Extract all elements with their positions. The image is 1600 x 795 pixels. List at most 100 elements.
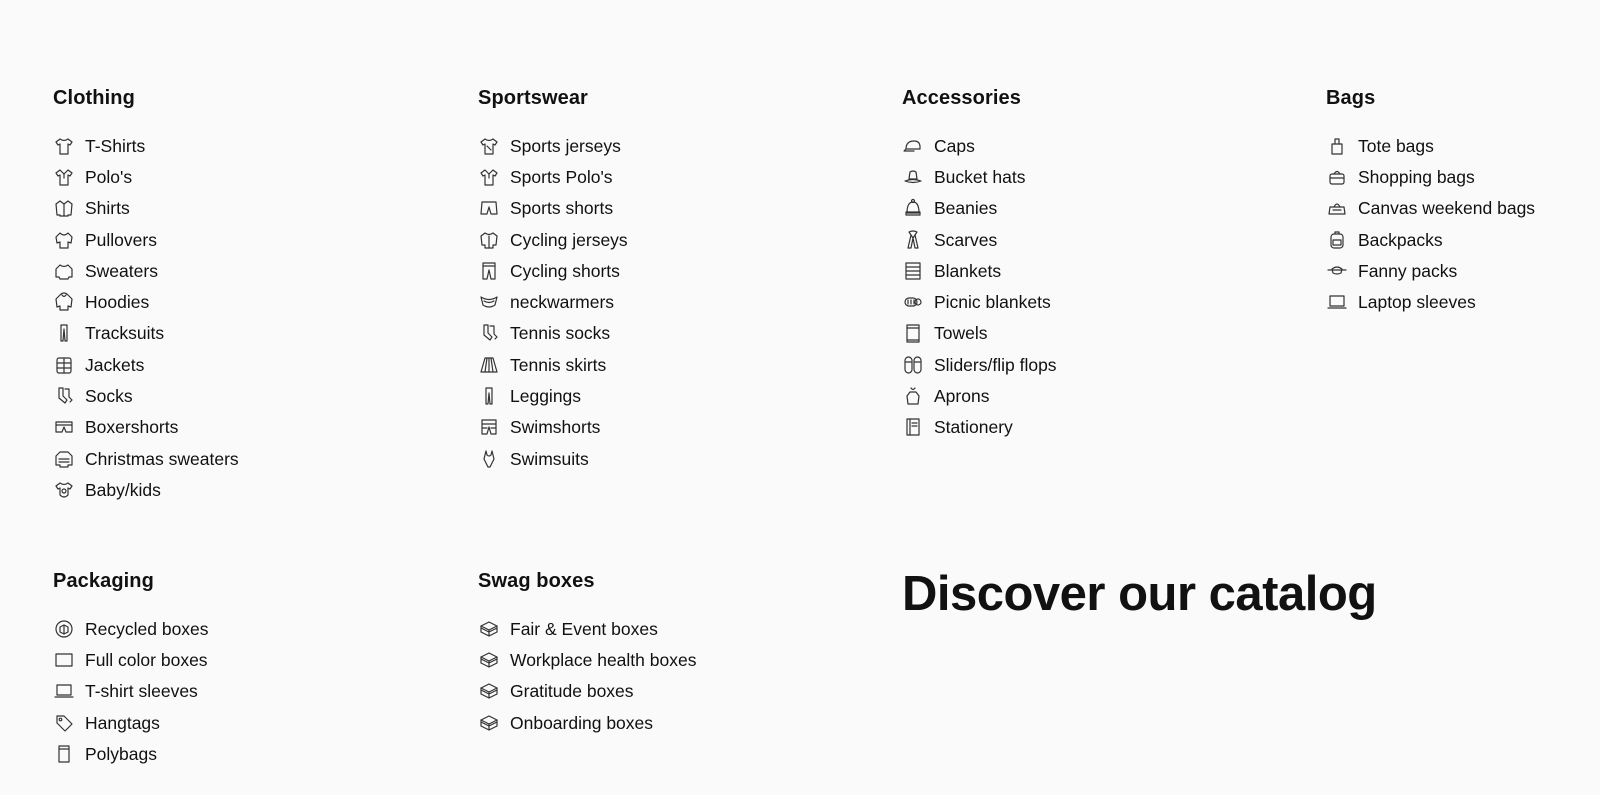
cap-icon [902,136,924,156]
menu-item-christmas-sweaters[interactable]: Christmas sweaters [53,443,453,474]
menu-item-jackets[interactable]: Jackets [53,349,453,380]
menu-item-label: Bucket hats [934,166,1026,187]
menu-item-shopping-bags[interactable]: Shopping bags [1326,161,1596,192]
column-accessories: Accessories Caps Bucket hats Beanies Scarve… [902,86,1302,443]
menu-item-label: Shopping bags [1358,166,1475,187]
menu-item-swimshorts[interactable]: Swimshorts [478,412,878,443]
menu-item-label: Recycled boxes [85,618,209,639]
menu-item-label: Scarves [934,229,998,250]
shirt-icon [53,198,75,218]
menu-item-gratitude-boxes[interactable]: Gratitude boxes [478,676,878,707]
open-box-icon [478,650,500,670]
menu-item-t-shirts[interactable]: T-Shirts [53,130,453,161]
menu-item-socks[interactable]: Socks [53,380,453,411]
menu-item-beanies[interactable]: Beanies [902,193,1302,224]
menu-item-baby-kids[interactable]: Baby/kids [53,474,453,505]
menu-item-towels[interactable]: Towels [902,318,1302,349]
menu-item-swimsuits[interactable]: Swimsuits [478,443,878,474]
menu-item-label: Full color boxes [85,649,208,670]
box-rect-icon [53,650,75,670]
menu-item-scarves[interactable]: Scarves [902,224,1302,255]
menu-item-blankets[interactable]: Blankets [902,255,1302,286]
column-bags: Bags Tote bags Shopping bags Canvas weeken… [1326,86,1596,318]
menu-item-sliders-flip-flops[interactable]: Sliders/flip flops [902,349,1302,380]
neckwarmer-icon [478,292,500,312]
swimshorts-icon [478,417,500,437]
menu-item-label: Shirts [85,198,130,219]
menu-item-label: Onboarding boxes [510,712,654,733]
menu-item-label: Socks [85,386,133,407]
menu-item-label: Canvas weekend bags [1358,198,1536,219]
menu-item-fair-event-boxes[interactable]: Fair & Event boxes [478,613,878,644]
menu-item-backpacks[interactable]: Backpacks [1326,224,1596,255]
menu-item-tennis-skirts[interactable]: Tennis skirts [478,349,878,380]
menu-item-neckwarmers[interactable]: neckwarmers [478,286,878,317]
menu-item-canvas-weekend-bags[interactable]: Canvas weekend bags [1326,193,1596,224]
recycle-box-icon [53,619,75,639]
menu-item-sweaters[interactable]: Sweaters [53,255,453,286]
menu-item-label: Hoodies [85,292,150,313]
menu-item-boxershorts[interactable]: Boxershorts [53,412,453,443]
menu-item-label: T-Shirts [85,135,146,156]
menu-item-full-color-boxes[interactable]: Full color boxes [53,644,453,675]
menu-item-sports-jerseys[interactable]: Sports jerseys [478,130,878,161]
menu-item-laptop-sleeves[interactable]: Laptop sleeves [1326,286,1596,317]
menu-item-label: Aprons [934,386,990,407]
menu-item-label: Swimshorts [510,417,601,438]
menu-item-cycling-shorts[interactable]: Cycling shorts [478,255,878,286]
column-packaging: Packaging Recycled boxes Full color boxes… [53,569,453,769]
menu-item-label: Fair & Event boxes [510,618,658,639]
menu-item-label: neckwarmers [510,292,615,313]
menu-item-label: T-shirt sleeves [85,681,198,702]
jacket-icon [53,355,75,375]
item-list: Sports jerseys Sports Polo's Sports shorts… [478,130,878,474]
menu-item-label: Sports jerseys [510,135,621,156]
menu-item-label: Leggings [510,386,582,407]
column-title: Sportswear [478,87,588,109]
menu-item-sports-polo-s[interactable]: Sports Polo's [478,161,878,192]
menu-item-label: Polo's [85,166,133,187]
baby-icon [53,480,75,500]
laptop-icon [53,681,75,701]
menu-item-caps[interactable]: Caps [902,130,1302,161]
menu-item-polybags[interactable]: Polybags [53,738,453,769]
menu-item-label: Fanny packs [1358,260,1458,281]
menu-item-bucket-hats[interactable]: Bucket hats [902,161,1302,192]
menu-item-label: Sliders/flip flops [934,354,1057,375]
fanny-pack-icon [1326,261,1348,281]
menu-item-sports-shorts[interactable]: Sports shorts [478,193,878,224]
menu-item-recycled-boxes[interactable]: Recycled boxes [53,613,453,644]
flip-flops-icon [902,355,924,375]
beanie-icon [902,198,924,218]
menu-item-tote-bags[interactable]: Tote bags [1326,130,1596,161]
leggings-icon [478,386,500,406]
menu-item-cycling-jerseys[interactable]: Cycling jerseys [478,224,878,255]
boxershorts-icon [53,417,75,437]
skirt-icon [478,355,500,375]
menu-item-onboarding-boxes[interactable]: Onboarding boxes [478,707,878,738]
menu-item-picnic-blankets[interactable]: Picnic blankets [902,286,1302,317]
menu-item-aprons[interactable]: Aprons [902,380,1302,411]
menu-item-stationery[interactable]: Stationery [902,412,1302,443]
menu-item-hoodies[interactable]: Hoodies [53,286,453,317]
menu-item-label: Backpacks [1358,229,1443,250]
menu-item-label: Stationery [934,417,1013,438]
discover-catalog-heading[interactable]: Discover our catalog [902,565,1377,623]
menu-item-pullovers[interactable]: Pullovers [53,224,453,255]
menu-item-label: Swimsuits [510,448,589,469]
menu-item-leggings[interactable]: Leggings [478,380,878,411]
cycling-shorts-icon [478,261,500,281]
menu-item-shirts[interactable]: Shirts [53,193,453,224]
column-sportswear: Sportswear Sports jerseys Sports Polo's Sp… [478,86,878,474]
menu-item-hangtags[interactable]: Hangtags [53,707,453,738]
menu-item-t-shirt-sleeves[interactable]: T-shirt sleeves [53,676,453,707]
menu-item-workplace-health-boxes[interactable]: Workplace health boxes [478,644,878,675]
catalog-mega-menu: Clothing T-Shirts Polo's Shirts Pullovers Sw… [0,0,1600,795]
menu-item-polo-s[interactable]: Polo's [53,161,453,192]
menu-item-tracksuits[interactable]: Tracksuits [53,318,453,349]
menu-item-tennis-socks[interactable]: Tennis socks [478,318,878,349]
socks-icon [53,386,75,406]
column-title: Bags [1326,87,1376,109]
menu-item-fanny-packs[interactable]: Fanny packs [1326,255,1596,286]
menu-item-label: Picnic blankets [934,292,1051,313]
